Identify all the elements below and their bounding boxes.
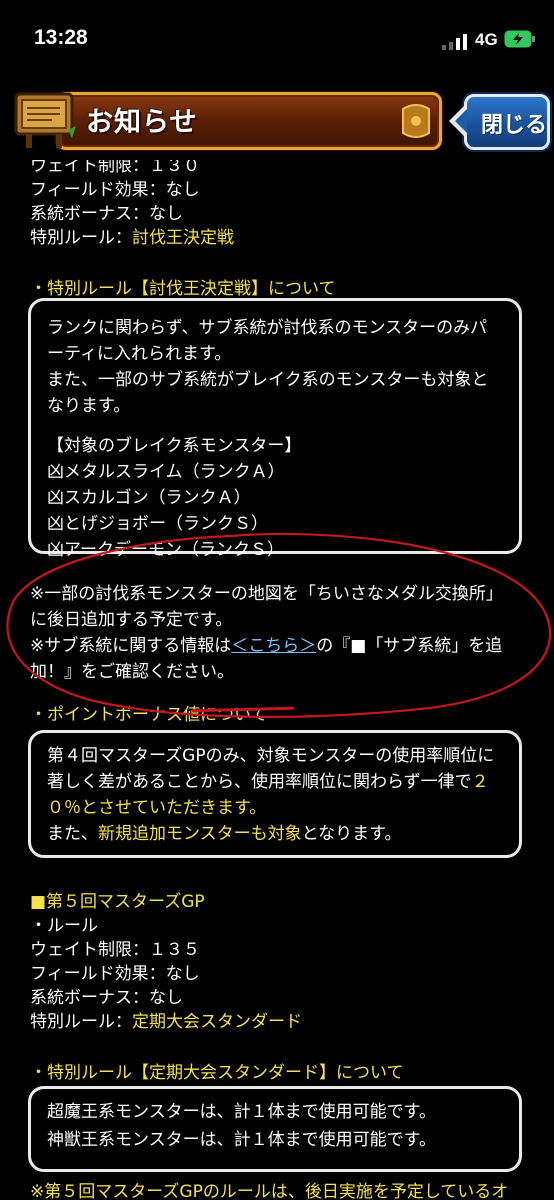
notice-content[interactable]: ウェイト制限：１３０ フィールド効果：なし 系統ボーナス：なし 特別ルール：討伐… [0, 160, 554, 1200]
battery-charging-icon [504, 30, 535, 48]
app-header: お知らせ 閉じる [0, 80, 554, 160]
signal-icon [442, 34, 467, 50]
banner-ornament-icon [402, 104, 430, 138]
annotation-red-circle [6, 532, 552, 718]
page-title: お知らせ [86, 107, 198, 138]
status-bar: 13:28 4G [0, 0, 554, 80]
network-label: 4G [475, 30, 498, 49]
notice-board-icon [14, 92, 76, 148]
close-button[interactable]: 閉じる [449, 94, 550, 150]
status-time: 13:28 [34, 26, 88, 49]
close-button-label: 閉じる [481, 113, 548, 138]
